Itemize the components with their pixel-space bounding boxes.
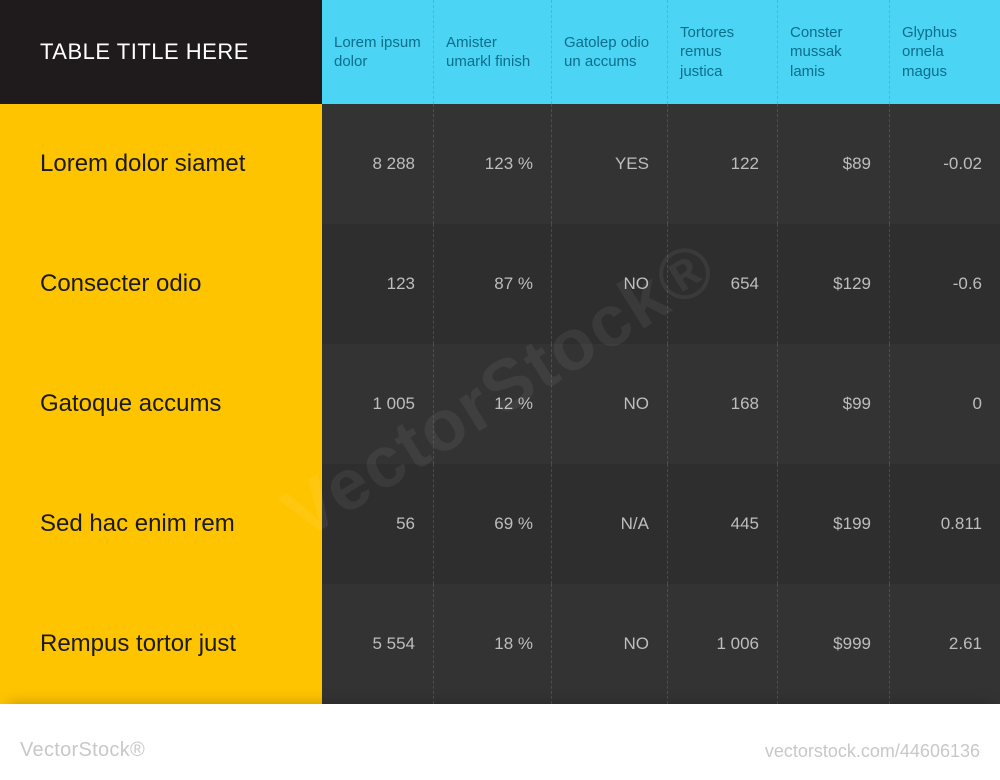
cell-value: 122 (668, 104, 778, 224)
table-row: Consecter odio 123 87 % NO 654 $129 -0.6 (0, 224, 1000, 344)
cell-value: $129 (778, 224, 890, 344)
row-label: Rempus tortor just (0, 584, 322, 704)
cell-value: $999 (778, 584, 890, 704)
cell-value: 2.61 (890, 584, 1000, 704)
column-header-3: Gatolep odio un accums (552, 0, 668, 104)
cell-value: YES (552, 104, 668, 224)
footer-bar: VectorStock® vectorstock.com/44606136 (0, 704, 1000, 780)
row-label: Consecter odio (0, 224, 322, 344)
cell-value: 18 % (434, 584, 552, 704)
column-header-5: Conster mussak lamis (778, 0, 890, 104)
cell-value: NO (552, 224, 668, 344)
table-frame: TABLE TITLE HERE Lorem ipsum dolor Amist… (0, 0, 1000, 780)
cell-value: 5 554 (322, 584, 434, 704)
column-header-1: Lorem ipsum dolor (322, 0, 434, 104)
cell-value: 12 % (434, 344, 552, 464)
column-header-6: Glyphus ornela magus (890, 0, 1000, 104)
row-label: Gatoque accums (0, 344, 322, 464)
cell-value: N/A (552, 464, 668, 584)
cell-value: 69 % (434, 464, 552, 584)
cell-value: -0.02 (890, 104, 1000, 224)
row-label: Sed hac enim rem (0, 464, 322, 584)
cell-value: 0 (890, 344, 1000, 464)
cell-value: 56 (322, 464, 434, 584)
cell-value: 168 (668, 344, 778, 464)
column-header-4: Tortores remus justica (668, 0, 778, 104)
table-title: TABLE TITLE HERE (0, 0, 322, 104)
data-table: TABLE TITLE HERE Lorem ipsum dolor Amist… (0, 0, 1000, 704)
cell-value: 8 288 (322, 104, 434, 224)
row-label: Lorem dolor siamet (0, 104, 322, 224)
column-header-2: Amister umarkl finish (434, 0, 552, 104)
table-row: Sed hac enim rem 56 69 % N/A 445 $199 0.… (0, 464, 1000, 584)
watermark-id: vectorstock.com/44606136 (765, 741, 980, 762)
cell-value: $199 (778, 464, 890, 584)
cell-value: 0.811 (890, 464, 1000, 584)
cell-value: NO (552, 344, 668, 464)
cell-value: 445 (668, 464, 778, 584)
cell-value: 654 (668, 224, 778, 344)
table-row: Rempus tortor just 5 554 18 % NO 1 006 $… (0, 584, 1000, 704)
cell-value: 87 % (434, 224, 552, 344)
cell-value: NO (552, 584, 668, 704)
cell-value: $99 (778, 344, 890, 464)
cell-value: 1 006 (668, 584, 778, 704)
table-row: Gatoque accums 1 005 12 % NO 168 $99 0 (0, 344, 1000, 464)
cell-value: 123 % (434, 104, 552, 224)
watermark-brand-text: VectorStock® (20, 739, 145, 761)
cell-value: 1 005 (322, 344, 434, 464)
table-row: Lorem dolor siamet 8 288 123 % YES 122 $… (0, 104, 1000, 224)
cell-value: 123 (322, 224, 434, 344)
table-header-row: TABLE TITLE HERE Lorem ipsum dolor Amist… (0, 0, 1000, 104)
watermark-brand: VectorStock® (20, 739, 145, 762)
cell-value: $89 (778, 104, 890, 224)
cell-value: -0.6 (890, 224, 1000, 344)
